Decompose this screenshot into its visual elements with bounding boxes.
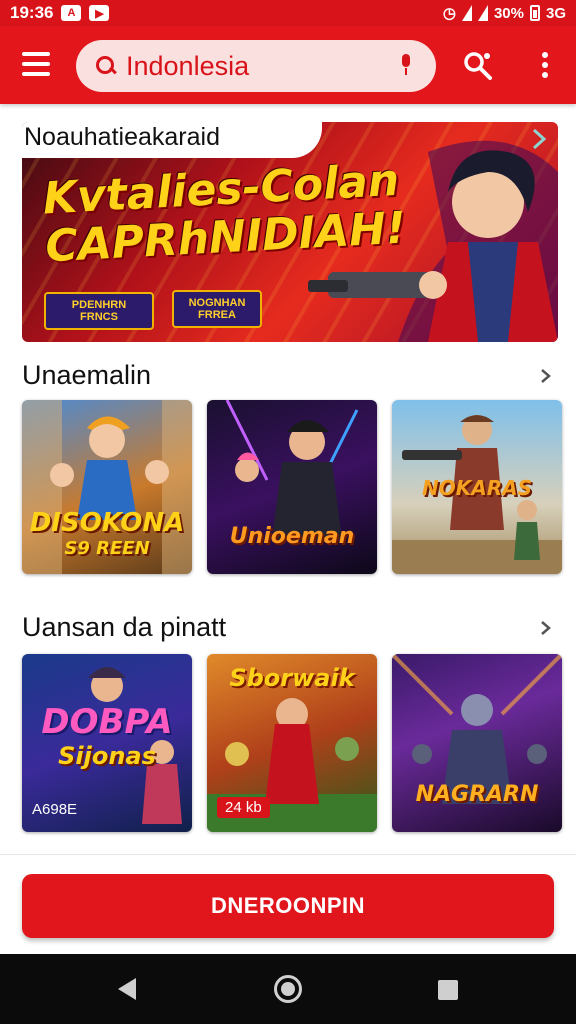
game-tile-title: DOBPA [41,702,173,742]
game-tile-title: Unioeman [229,524,355,549]
battery-percent: 30% [493,4,524,22]
app-bar: Indonlesia [0,26,576,104]
divider [0,854,576,855]
chevron-right-icon[interactable] [528,128,550,150]
game-tile-tag: 24 kb [217,797,270,818]
game-tile[interactable]: DOBPA Sijonas A698E [22,654,192,832]
game-tile[interactable]: Unioeman [207,400,377,574]
banner-chip-1[interactable]: PDENHRN FRNCS [44,292,154,330]
alarm-icon: ◷ [442,5,456,22]
featured-banner[interactable]: Noauhatieakaraid Kvtalies-Colan CAPRhNID… [22,122,558,342]
video-notification-icon: ▶ [89,5,110,21]
download-button[interactable]: DNEROONPIN [22,874,554,938]
notification-icon: A [61,5,82,21]
signal-icon [477,5,488,21]
recent-apps-icon[interactable] [438,980,458,1000]
home-icon[interactable] [274,975,302,1003]
game-tile-title: DISOKONA [29,508,185,538]
game-tile-title: NOKARAS [422,476,532,500]
game-tile-title: Sborwaik [229,664,355,692]
game-tile-title: NAGRARN [415,782,539,807]
game-tile-subtitle: Sijonas [58,742,156,770]
network-type: 3G [545,4,566,22]
wifi-icon [461,5,472,21]
game-tile[interactable]: Sborwaik 24 kb [207,654,377,832]
section-title-2: Uansan da pinatt [22,612,227,642]
banner-title: Noauhatieakaraid [24,123,220,151]
search-input[interactable]: Indonlesia [76,40,436,92]
game-tile[interactable]: DISOKONA S9 REEN [22,400,192,574]
hamburger-menu-icon[interactable] [22,52,50,76]
status-time: 19:36 [10,3,54,22]
microphone-icon[interactable] [400,54,412,76]
status-bar: 19:36 A ▶ ◷ 30% 3G [0,0,576,26]
battery-icon [529,5,540,21]
search-icon [94,54,118,78]
chevron-right-icon[interactable] [538,368,554,384]
chevron-right-icon[interactable] [538,620,554,636]
section-title-1: Unaemalin [22,360,152,390]
banner-chip-2[interactable]: NOGNHAN FRREA [172,290,262,328]
game-tile-subtitle: S9 REEN [64,538,150,559]
system-navigation-bar [0,954,576,1024]
game-tile[interactable]: NAGRARN [392,654,562,832]
banner-headline: Kvtalies-Colan CAPRhNIDIAH! [42,155,408,273]
more-options-icon[interactable] [540,52,550,78]
search-value: Indonlesia [126,50,250,81]
back-icon[interactable] [118,978,136,1000]
game-tile-tag: A698E [32,801,78,818]
game-tile[interactable]: NOKARAS [392,400,562,574]
share-icon[interactable] [462,50,494,82]
